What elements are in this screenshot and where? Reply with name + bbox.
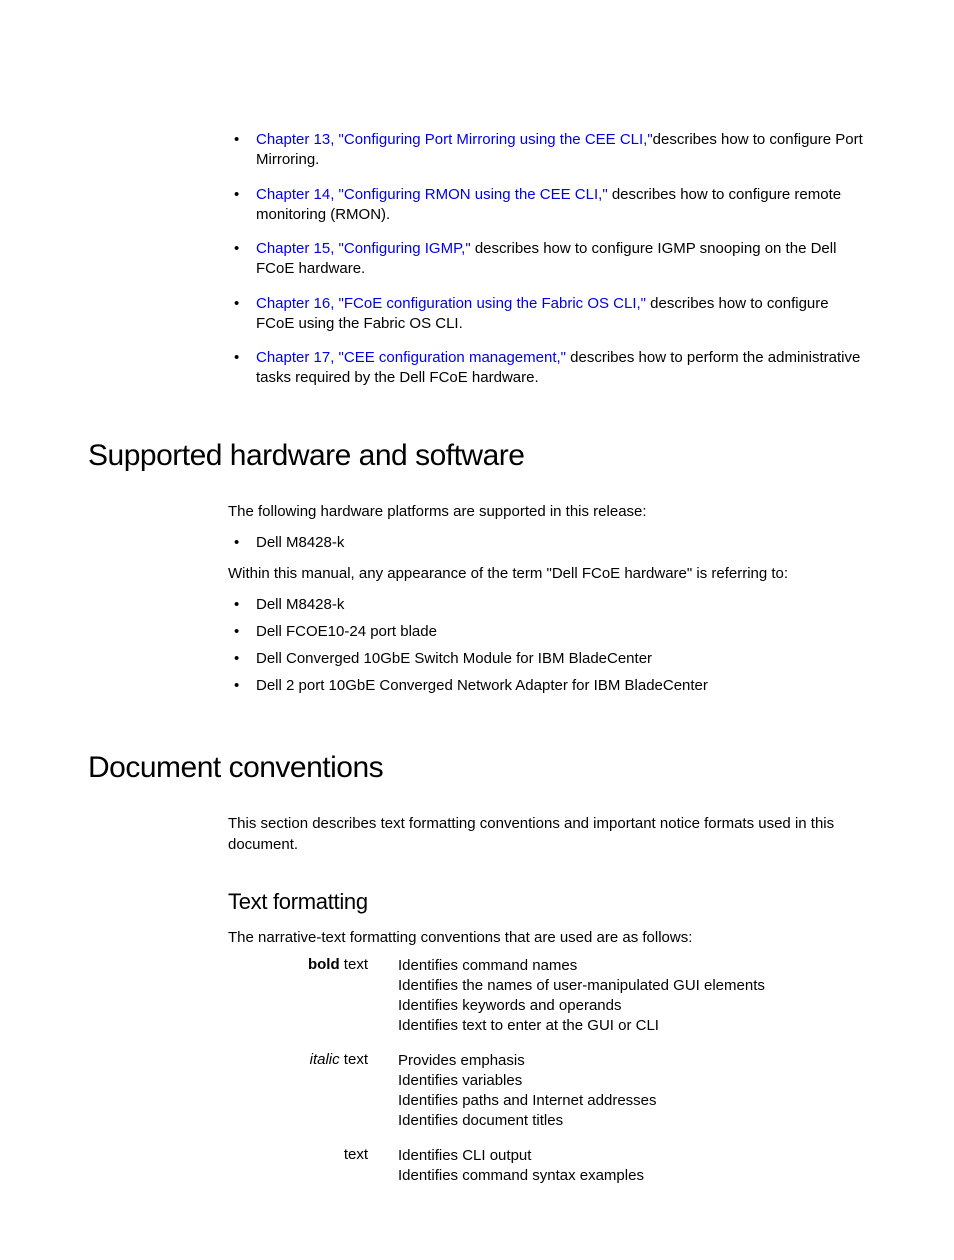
format-label: text: [258, 1146, 398, 1187]
list-item: Dell FCOE10-24 port blade: [228, 621, 866, 642]
formatting-table: bold textIdentifies command namesIdentif…: [258, 956, 866, 1187]
chapter-item: Chapter 16, "FCoE configuration using th…: [228, 294, 866, 335]
conv-intro: This section describes text formatting c…: [228, 813, 866, 855]
format-desc: Identifies command namesIdentifies the n…: [398, 956, 866, 1037]
chapter-link[interactable]: Chapter 14, "Configuring RMON using the …: [256, 186, 608, 203]
list-item: Dell M8428-k: [228, 594, 866, 615]
chapter-item: Chapter 14, "Configuring RMON using the …: [228, 185, 866, 226]
heading-supported-hw: Supported hardware and software: [88, 439, 866, 473]
chapter-item: Chapter 15, "Configuring IGMP," describe…: [228, 239, 866, 280]
chapter-link[interactable]: Chapter 15, "Configuring IGMP,": [256, 240, 471, 257]
chapter-list: Chapter 13, "Configuring Port Mirroring …: [228, 130, 866, 389]
hw-platforms-list: Dell M8428-k: [228, 532, 866, 553]
chapter-link[interactable]: Chapter 16, "FCoE configuration using th…: [256, 295, 646, 312]
list-item: Dell M8428-k: [228, 532, 866, 553]
list-item: Dell Converged 10GbE Switch Module for I…: [228, 648, 866, 669]
format-row: italic textProvides emphasisIdentifies v…: [258, 1051, 866, 1132]
format-row: bold textIdentifies command namesIdentif…: [258, 956, 866, 1037]
hw-body: The following hardware platforms are sup…: [228, 501, 866, 696]
format-row: textIdentifies CLI outputIdentifies comm…: [258, 1146, 866, 1187]
hw-intro: The following hardware platforms are sup…: [228, 501, 866, 522]
conv-sub-intro: The narrative-text formatting convention…: [228, 929, 866, 946]
hw-term-intro: Within this manual, any appearance of th…: [228, 563, 866, 584]
format-desc: Provides emphasisIdentifies variablesIde…: [398, 1051, 866, 1132]
format-desc: Identifies CLI outputIdentifies command …: [398, 1146, 866, 1187]
chapter-item: Chapter 17, "CEE configuration managemen…: [228, 348, 866, 389]
format-label: bold text: [258, 956, 398, 1037]
heading-doc-conventions: Document conventions: [88, 751, 866, 785]
hw-refers-list: Dell M8428-k Dell FCOE10-24 port blade Del…: [228, 594, 866, 696]
chapter-item: Chapter 13, "Configuring Port Mirroring …: [228, 130, 866, 171]
chapter-link[interactable]: Chapter 17, "CEE configuration managemen…: [256, 349, 566, 366]
conv-body: This section describes text formatting c…: [228, 813, 866, 855]
heading-text-formatting: Text formatting: [228, 889, 866, 915]
chapter-link[interactable]: Chapter 13, "Configuring Port Mirroring …: [256, 131, 653, 148]
format-label: italic text: [258, 1051, 398, 1132]
list-item: Dell 2 port 10GbE Converged Network Adap…: [228, 675, 866, 696]
